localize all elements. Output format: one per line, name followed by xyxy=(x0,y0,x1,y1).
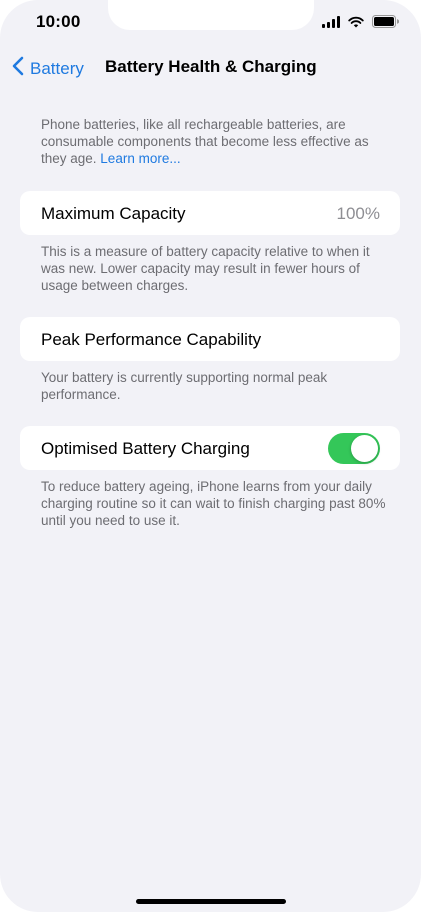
optimised-charging-toggle[interactable] xyxy=(328,433,380,464)
peak-performance-footnote: Your battery is currently supporting nor… xyxy=(41,370,328,402)
optimised-charging-row: Optimised Battery Charging xyxy=(20,426,400,470)
page-title: Battery Health & Charging xyxy=(105,57,317,76)
back-button[interactable]: Battery xyxy=(12,56,84,81)
optimised-charging-label: Optimised Battery Charging xyxy=(41,439,250,458)
toggle-knob xyxy=(351,435,378,462)
maximum-capacity-row: Maximum Capacity 100% xyxy=(20,191,400,235)
intro-text: Phone batteries, like all rechargeable b… xyxy=(41,116,391,167)
status-time: 10:00 xyxy=(36,12,81,31)
notch xyxy=(108,0,314,30)
status-icons xyxy=(322,15,399,28)
wifi-icon xyxy=(348,16,364,28)
optimised-charging-footnote: To reduce battery ageing, iPhone learns … xyxy=(41,479,386,528)
chevron-left-icon xyxy=(12,56,24,81)
home-indicator[interactable] xyxy=(136,899,286,904)
peak-performance-row: Peak Performance Capability xyxy=(20,317,400,361)
maximum-capacity-footnote: This is a measure of battery capacity re… xyxy=(41,244,370,293)
maximum-capacity-value: 100% xyxy=(336,204,380,223)
battery-icon xyxy=(372,15,399,28)
peak-performance-label: Peak Performance Capability xyxy=(41,330,262,349)
signal-icon xyxy=(322,15,340,28)
intro-body: Phone batteries, like all rechargeable b… xyxy=(41,117,369,166)
navigation-bar: Battery Battery Health & Charging xyxy=(0,56,421,80)
back-label: Battery xyxy=(30,58,84,78)
phone-screen: 10:00 Battery Battery Health & Charging … xyxy=(0,0,421,912)
learn-more-link[interactable]: Learn more... xyxy=(100,151,180,166)
maximum-capacity-label: Maximum Capacity xyxy=(41,204,186,223)
